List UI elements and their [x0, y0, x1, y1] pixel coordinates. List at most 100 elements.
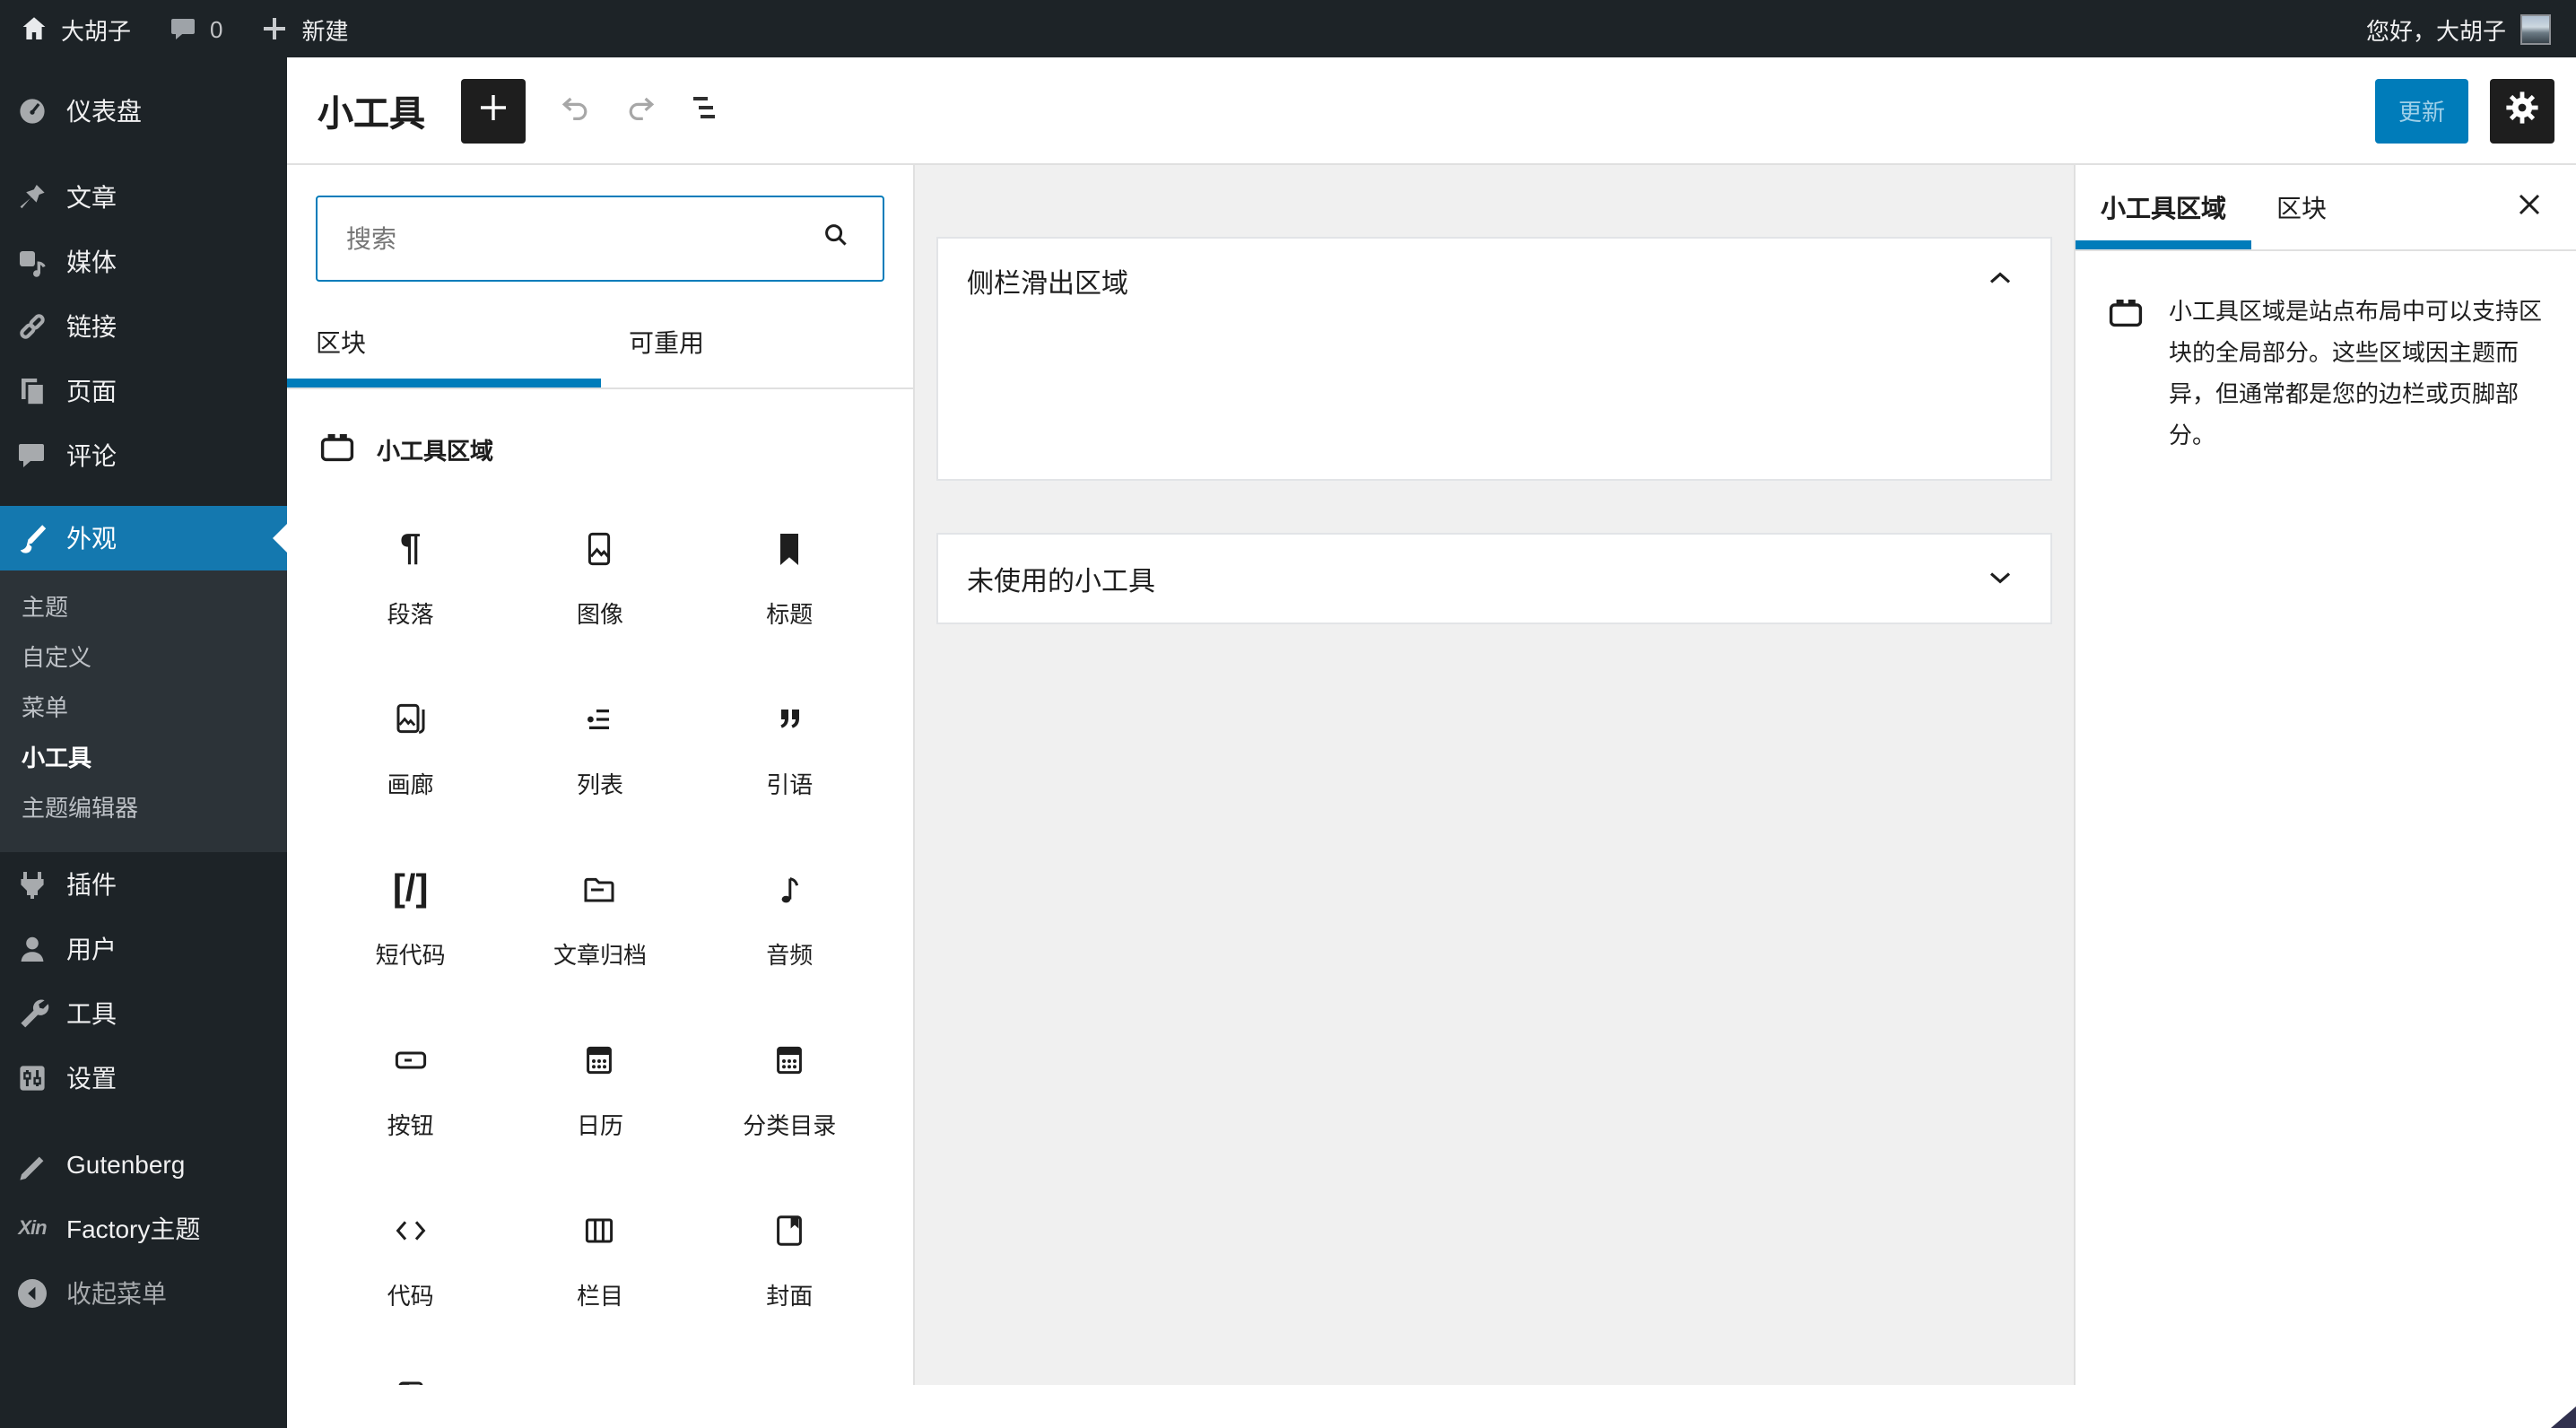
block-inserter-panel: 搜索 区块 可重用 小工具区域 ¶ 段落 图像 标题画廊 列表 引语 [/] 短代码 文章归档 音… — [287, 165, 915, 1385]
new-label: 新建 — [301, 17, 349, 44]
settings-icon — [14, 1060, 50, 1096]
block-item-paragraph[interactable]: ¶ 段落 — [316, 495, 505, 666]
block-item-label: 代码 — [387, 1283, 434, 1310]
description-text: 小工具区域是站点布局中可以支持区块的全局部分。这些区域因主题而异，但通常都是您的… — [2169, 298, 2543, 449]
tab-widget-areas[interactable]: 小工具区域 — [2076, 165, 2251, 249]
close-sidebar-button[interactable] — [2501, 178, 2558, 236]
list-view-icon — [683, 86, 727, 135]
sidebar-item-appearance[interactable]: 外观 — [0, 506, 287, 570]
columns-icon — [579, 1209, 622, 1252]
submenu-item[interactable]: 菜单 — [0, 684, 287, 734]
admin-bar-new[interactable]: 新建 — [259, 12, 349, 46]
block-item-calendar[interactable]: 日历 — [505, 1006, 694, 1177]
widget-area-icon — [2104, 291, 2147, 457]
admin-bar-site[interactable]: 大胡子 — [18, 12, 131, 46]
sidebar-item-media[interactable]: 媒体 — [0, 230, 287, 294]
block-item-archives[interactable]: 文章归档 — [505, 836, 694, 1006]
block-item-button[interactable]: 按钮 — [316, 1006, 505, 1177]
comments-icon — [167, 13, 199, 45]
block-item-categories[interactable]: 分类目录 — [695, 1006, 884, 1177]
block-item-columns[interactable]: 栏目 — [505, 1177, 694, 1347]
sidebar-item-label: 插件 — [66, 870, 117, 899]
sidebar-item-gutenberg[interactable]: Gutenberg — [0, 1132, 287, 1197]
block-item-heading[interactable]: 标题 — [695, 495, 884, 666]
corner-artifact — [2551, 1406, 2576, 1428]
sidebar-tabs: 小工具区域 区块 — [2076, 165, 2576, 251]
editor-header: 小工具 更新 — [287, 57, 2576, 165]
block-item-audio[interactable]: 音频 — [695, 836, 884, 1006]
dashboard-icon — [14, 93, 50, 129]
settings-toggle[interactable] — [2490, 78, 2554, 143]
redo-button[interactable] — [608, 78, 673, 143]
update-button[interactable]: 更新 — [2374, 78, 2468, 143]
block-inserter-toggle[interactable] — [461, 78, 526, 143]
block-item-cover[interactable]: 封面 — [695, 1177, 884, 1347]
block-item-code[interactable]: 代码 — [316, 1177, 505, 1347]
xin-icon: Xin — [18, 1218, 47, 1240]
widget-area-panel-sidebar: 侧栏滑出区域 — [936, 237, 2052, 481]
sidebar-item-xin[interactable]: Xin Factory主题 — [0, 1197, 287, 1261]
inserter-tabs: 区块 可重用 — [287, 296, 913, 389]
tab-block[interactable]: 区块 — [2251, 165, 2352, 249]
admin-bar-comments[interactable]: 0 — [167, 13, 223, 45]
archives-icon — [579, 868, 622, 911]
heading-icon — [768, 527, 811, 570]
submenu-item[interactable]: 主题 — [0, 583, 287, 633]
undo-button[interactable] — [544, 78, 608, 143]
sidebar-item-settings[interactable]: 设置 — [0, 1046, 287, 1110]
audio-icon — [768, 868, 811, 911]
block-item-file[interactable] — [505, 1347, 694, 1385]
add-block-icon — [472, 86, 515, 135]
page-title: 小工具 — [318, 95, 425, 135]
plugins-icon — [14, 866, 50, 902]
sidebar-item-collapse[interactable]: 收起菜单 — [0, 1261, 287, 1326]
sidebar-item-label: 收起菜单 — [66, 1279, 167, 1308]
panel-header-sidebar[interactable]: 侧栏滑出区域 — [938, 239, 2050, 325]
sidebar-item-label: 仪表盘 — [66, 97, 142, 126]
block-item-custom-html[interactable] — [316, 1347, 505, 1385]
sidebar-item-posts[interactable]: 文章 — [0, 165, 287, 230]
sidebar-item-dashboard[interactable]: 仪表盘 — [0, 79, 287, 144]
calendar-icon — [579, 1039, 622, 1082]
sidebar-item-comments[interactable]: 评论 — [0, 423, 287, 488]
close-icon — [2508, 183, 2551, 231]
sidebar-item-label: 页面 — [66, 377, 117, 405]
settings-sidebar: 小工具区域 区块 小工具区域是站点布局中可以支持区块的全局部分。这些区域因主题而… — [2074, 165, 2576, 1385]
widget-areas-section-header: 小工具区域 — [287, 425, 913, 474]
search-placeholder: 搜索 — [346, 224, 396, 253]
block-item-image[interactable]: 图像 — [505, 495, 694, 666]
avatar[interactable] — [2520, 13, 2551, 44]
submenu-item[interactable]: 小工具 — [0, 734, 287, 784]
sidebar-item-plugins[interactable]: 插件 — [0, 852, 287, 917]
tab-blocks[interactable]: 区块 — [287, 296, 600, 387]
sidebar-item-label: 外观 — [66, 524, 117, 553]
posts-icon — [14, 179, 50, 215]
tab-reusable[interactable]: 可重用 — [600, 296, 913, 387]
sidebar-item-tools[interactable]: 工具 — [0, 981, 287, 1046]
list-icon — [579, 698, 622, 741]
plus-icon — [259, 13, 292, 45]
group-icon — [768, 1380, 811, 1385]
list-view-button[interactable] — [673, 78, 737, 143]
sidebar-item-label: 媒体 — [66, 248, 117, 276]
redo-icon — [619, 86, 662, 135]
image-icon — [579, 527, 622, 570]
panel-header-inactive[interactable]: 未使用的小工具 — [938, 535, 2050, 626]
block-item-group[interactable] — [695, 1347, 884, 1385]
admin-bar-howdy[interactable]: 您好，大胡子 — [2366, 12, 2506, 46]
block-item-shortcode[interactable]: [/] 短代码 — [316, 836, 505, 1006]
submenu-item[interactable]: 主题编辑器 — [0, 784, 287, 834]
block-item-list[interactable]: 列表 — [505, 666, 694, 836]
quote-icon — [768, 698, 811, 741]
block-item-quote[interactable]: 引语 — [695, 666, 884, 836]
block-item-label: 分类目录 — [743, 1112, 837, 1139]
sidebar-item-users[interactable]: 用户 — [0, 917, 287, 981]
sidebar-item-links[interactable]: 链接 — [0, 294, 287, 359]
block-item-label: 标题 — [766, 601, 814, 628]
block-item-label: 文章归档 — [553, 942, 647, 969]
sidebar-item-pages[interactable]: 页面 — [0, 359, 287, 423]
block-item-gallery[interactable]: 画廊 — [316, 666, 505, 836]
submenu-item[interactable]: 自定义 — [0, 633, 287, 684]
search-input[interactable]: 搜索 — [316, 196, 884, 282]
panel-title: 未使用的小工具 — [967, 567, 1156, 597]
